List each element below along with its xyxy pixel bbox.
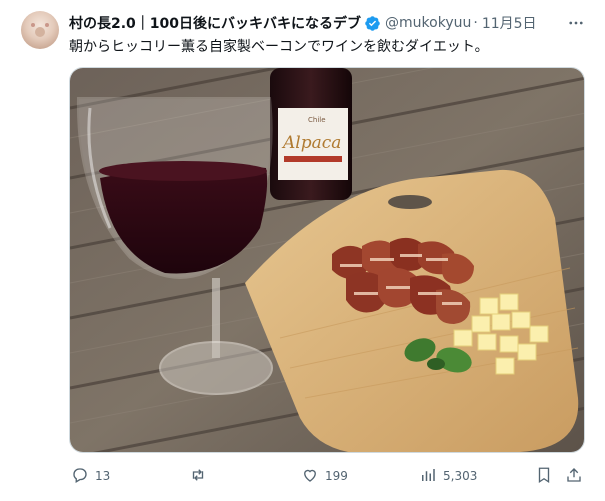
views-button[interactable]: 5,303 [419, 464, 477, 488]
repost-icon [189, 466, 207, 487]
repost-button[interactable] [189, 464, 213, 488]
bookmark-icon [535, 466, 553, 487]
views-chart-icon [419, 466, 437, 487]
reply-button[interactable]: 13 [71, 464, 110, 488]
like-button[interactable]: 199 [301, 464, 348, 488]
bottle-label-origin: Chile [308, 116, 326, 124]
bottle-label-brand: Alpaca [281, 133, 341, 153]
author-display-name[interactable]: 村の長2.0｜100日後にバッキバキになるデブ [69, 13, 361, 33]
separator-dot: · [473, 15, 478, 31]
verified-badge-icon[interactable] [364, 15, 381, 32]
tweet-actions-bar: 13 199 5,303 [69, 464, 585, 488]
reply-icon [71, 466, 89, 487]
more-icon[interactable] [566, 13, 586, 33]
tweet-text: 朝からヒッコリー薫る自家製ベーコンでワインを飲むダイエット。 [69, 39, 489, 55]
tweet-card[interactable]: 村の長2.0｜100日後にバッキバキになるデブ @mukokyuu‍ · 11月… [0, 0, 605, 501]
bookmark-button[interactable] [535, 464, 553, 488]
heart-icon [301, 466, 319, 487]
views-count: 5,303 [443, 469, 478, 483]
reply-count: 13 [95, 469, 111, 483]
like-count: 199 [325, 469, 348, 483]
tweet-timestamp[interactable]: 11月5日 [482, 13, 537, 33]
tweet-photo[interactable]: Chile Alpaca [69, 67, 585, 453]
avatar[interactable] [21, 11, 59, 49]
share-button[interactable] [565, 464, 583, 488]
share-icon [565, 466, 583, 487]
tweet-header: 村の長2.0｜100日後にバッキバキになるデブ @mukokyuu‍ · 11月… [69, 13, 537, 33]
author-handle[interactable]: @mukokyuu‍ [385, 15, 471, 31]
